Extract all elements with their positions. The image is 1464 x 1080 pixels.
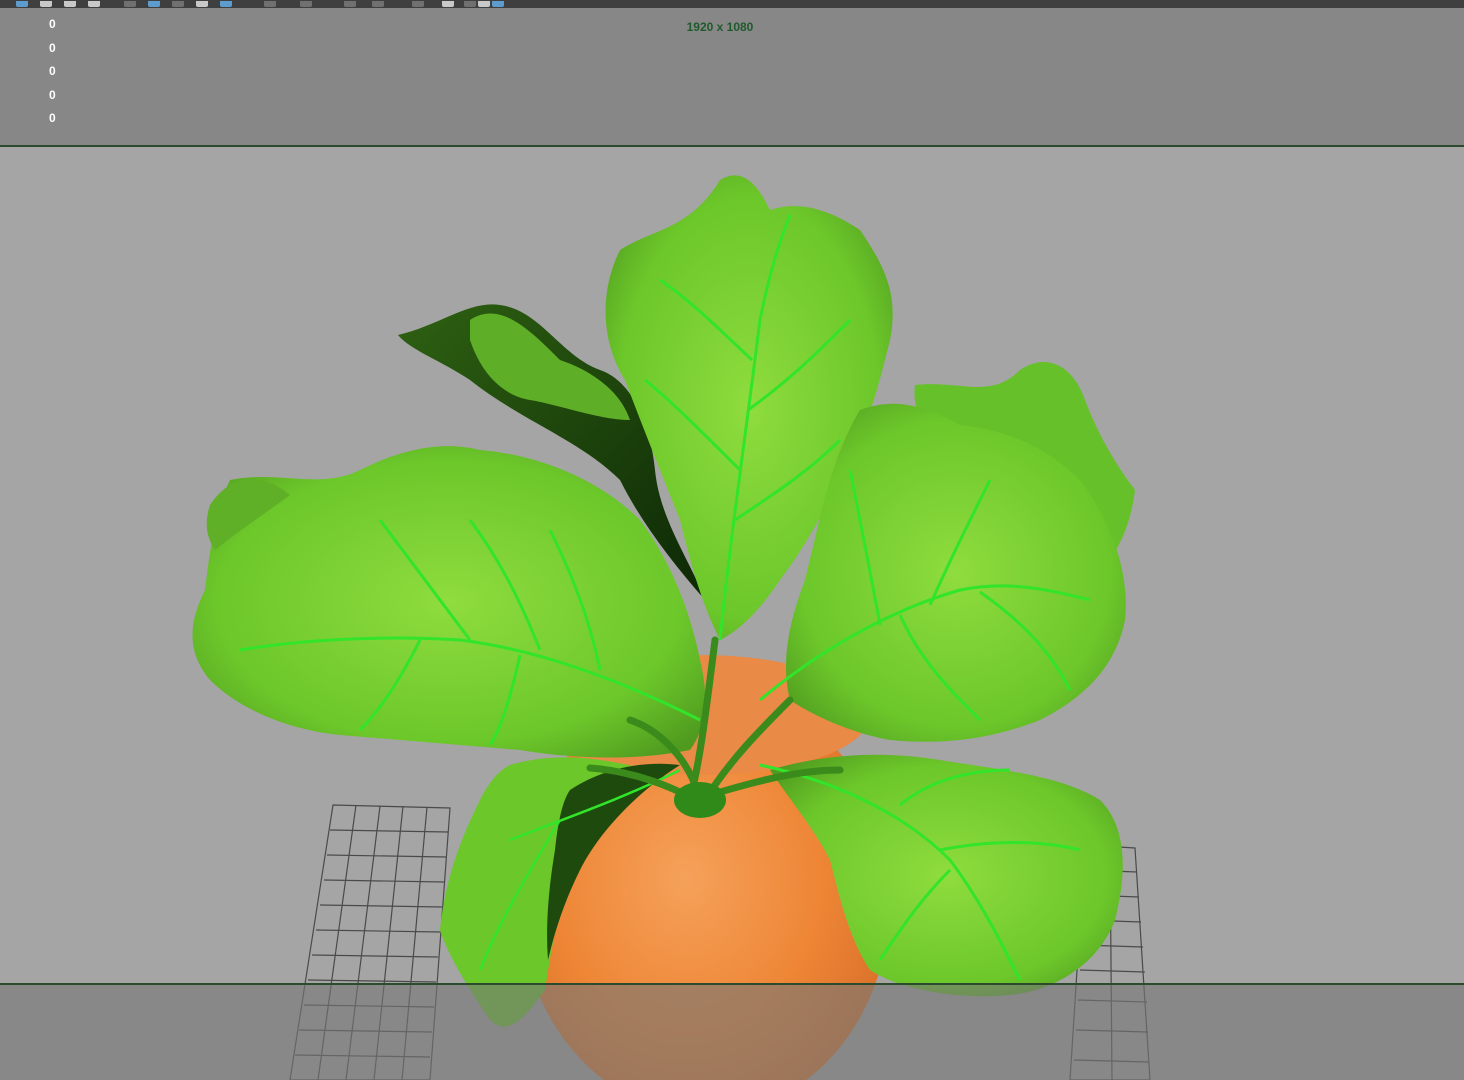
leaf-back-left-face xyxy=(470,313,630,420)
hud-edges-value: 0 xyxy=(49,40,56,55)
hud-faces-value: 0 xyxy=(49,64,56,78)
stem-crown xyxy=(674,782,726,818)
hud-verts-value: 0 xyxy=(49,17,56,31)
resolution-label: 1920 x 1080 xyxy=(686,20,754,34)
hud-tris-value: 0 xyxy=(49,87,56,102)
hud-uvs-value: 0 xyxy=(49,111,56,125)
scene-render[interactable] xyxy=(0,0,1464,1080)
resolution-gate-top: 0 0 0 0 0 1920 x 1080 xyxy=(0,8,1464,147)
poly-count-hud: 0 0 0 0 0 xyxy=(49,16,56,134)
resolution-gate-bottom xyxy=(0,983,1464,1080)
maya-viewport[interactable]: 0 0 0 0 0 1920 x 1080 xyxy=(0,0,1464,1080)
